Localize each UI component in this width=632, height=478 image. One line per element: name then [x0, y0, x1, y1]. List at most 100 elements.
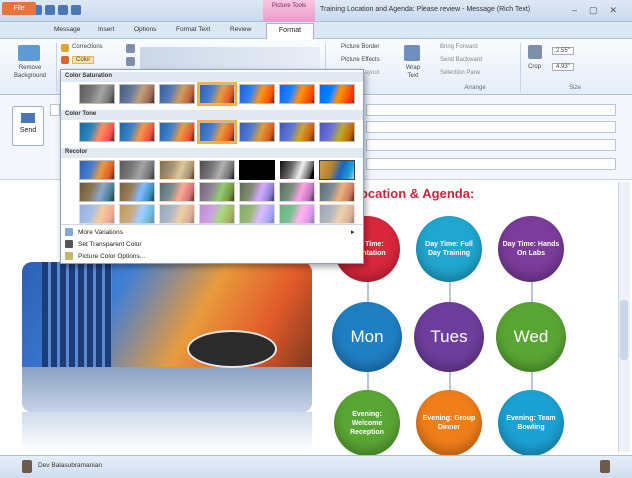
- color-variant-thumbnail[interactable]: [319, 160, 355, 180]
- color-variant-thumbnail[interactable]: [119, 204, 155, 224]
- redo-icon[interactable]: [45, 5, 55, 15]
- color-variant-thumbnail[interactable]: [319, 84, 355, 104]
- color-variant-thumbnail[interactable]: [159, 122, 195, 142]
- color-variant-thumbnail[interactable]: [197, 82, 237, 106]
- color-variant-thumbnail[interactable]: [119, 84, 155, 104]
- color-variant-thumbnail[interactable]: [79, 182, 115, 202]
- photo-reflection: [22, 412, 312, 452]
- compress-icon[interactable]: [126, 44, 135, 53]
- scrollbar-thumb[interactable]: [620, 300, 628, 360]
- tab-options[interactable]: Options: [134, 26, 156, 33]
- color-variant-thumbnail[interactable]: [79, 84, 115, 104]
- color-variant-thumbnail[interactable]: [319, 182, 355, 202]
- color-variant-thumbnail[interactable]: [319, 122, 355, 142]
- color-variant-thumbnail[interactable]: [239, 204, 275, 224]
- color-variant-thumbnail[interactable]: [119, 122, 155, 142]
- maximize-icon[interactable]: ▢: [589, 5, 598, 16]
- tab-file[interactable]: File: [2, 2, 36, 15]
- minimize-icon[interactable]: –: [572, 5, 577, 16]
- remove-background-label[interactable]: Remove Background: [8, 64, 52, 80]
- sender-name[interactable]: Dev Balasubramanian: [38, 462, 102, 469]
- color-variant-thumbnail[interactable]: [79, 204, 115, 224]
- color-variant-thumbnail[interactable]: [239, 122, 275, 142]
- color-variant-thumbnail[interactable]: [279, 182, 315, 202]
- avatar[interactable]: [22, 460, 32, 473]
- tab-message[interactable]: Message: [54, 26, 80, 33]
- submenu-arrow-icon: ▸: [351, 229, 355, 236]
- color-tone-heading: Color Tone: [61, 110, 363, 120]
- wrap-text-button[interactable]: Wrap Text: [402, 64, 424, 80]
- color-variant-thumbnail[interactable]: [79, 122, 115, 142]
- color-variant-thumbnail[interactable]: [199, 160, 235, 180]
- subject-field[interactable]: [366, 158, 616, 170]
- corrections-button[interactable]: Corrections: [72, 44, 103, 50]
- width-field[interactable]: 4.93": [552, 63, 574, 71]
- color-variant-thumbnail[interactable]: [239, 84, 275, 104]
- send-label: Send: [19, 127, 37, 134]
- set-transparent-color-item[interactable]: Set Transparent Color: [65, 240, 142, 248]
- crop-icon[interactable]: [528, 45, 542, 59]
- color-variant-thumbnail[interactable]: [79, 160, 115, 180]
- color-variant-thumbnail[interactable]: [239, 182, 275, 202]
- circle-hands-on-labs: Day Time: Hands On Labs: [498, 216, 564, 282]
- color-variant-thumbnail[interactable]: [199, 204, 235, 224]
- picture-styles-gallery[interactable]: [140, 47, 320, 71]
- circle-full-day-training: Day Time: Full Day Training: [416, 216, 482, 282]
- color-button[interactable]: Color: [72, 56, 95, 64]
- pen-icon: [65, 240, 73, 248]
- height-field[interactable]: 2.55": [552, 47, 574, 55]
- color-variant-thumbnail[interactable]: [199, 182, 235, 202]
- color-variant-thumbnail[interactable]: [279, 160, 315, 180]
- color-variant-thumbnail[interactable]: [279, 84, 315, 104]
- color-variant-thumbnail[interactable]: [279, 122, 315, 142]
- avatar[interactable]: [600, 460, 610, 473]
- color-variant-thumbnail[interactable]: [159, 204, 195, 224]
- picture-effects-button[interactable]: Picture Effects: [341, 57, 380, 63]
- crop-button[interactable]: Crop: [528, 64, 541, 70]
- circle-team-bowling: Evening: Team Bowling: [498, 390, 564, 456]
- more-variations-label: More Variations: [78, 228, 124, 236]
- size-group-label: Size: [569, 85, 581, 91]
- picture-color-options-label: Picture Color Options...: [78, 252, 146, 260]
- color-variant-thumbnail[interactable]: [159, 160, 195, 180]
- remove-background-icon[interactable]: [18, 45, 40, 61]
- circle-mon: Mon: [332, 302, 402, 372]
- to-field[interactable]: [366, 104, 616, 116]
- tab-format-text[interactable]: Format Text: [176, 26, 210, 33]
- tab-format[interactable]: Format: [266, 23, 314, 39]
- wrap-text-icon[interactable]: [404, 45, 420, 61]
- agenda-title: Location & Agenda:: [352, 186, 475, 201]
- selection-pane-button[interactable]: Selection Pane: [440, 70, 480, 76]
- color-variant-thumbnail[interactable]: [319, 204, 355, 224]
- up-arrow-icon[interactable]: [58, 5, 68, 15]
- color-variant-thumbnail[interactable]: [279, 204, 315, 224]
- circle-group-dinner: Evening: Group Dinner: [416, 390, 482, 456]
- change-picture-icon[interactable]: [126, 57, 135, 66]
- color-gallery-dropdown: Color Saturation Color Tone Recolor More…: [60, 69, 364, 264]
- color-variant-thumbnail[interactable]: [119, 182, 155, 202]
- color-variant-thumbnail[interactable]: [119, 160, 155, 180]
- picture-border-button[interactable]: Picture Border: [341, 44, 379, 50]
- tab-review[interactable]: Review: [230, 26, 251, 33]
- corrections-icon[interactable]: [61, 44, 69, 52]
- building-photo[interactable]: [22, 262, 312, 412]
- down-arrow-icon[interactable]: [71, 5, 81, 15]
- circle-wed: Wed: [496, 302, 566, 372]
- circle-tues: Tues: [414, 302, 484, 372]
- palette-icon: [65, 228, 73, 236]
- more-variations-item[interactable]: More Variations: [65, 228, 123, 236]
- color-variant-thumbnail[interactable]: [159, 84, 195, 104]
- color-variant-thumbnail[interactable]: [197, 120, 237, 144]
- send-button[interactable]: Send: [12, 106, 44, 146]
- tab-insert[interactable]: Insert: [98, 26, 114, 33]
- color-variant-thumbnail[interactable]: [239, 160, 275, 180]
- color-icon[interactable]: [61, 56, 69, 64]
- bcc-field[interactable]: [366, 139, 616, 151]
- color-variant-thumbnail[interactable]: [159, 182, 195, 202]
- cc-field[interactable]: [366, 121, 616, 133]
- send-backward-button[interactable]: Send Backward: [440, 57, 482, 63]
- picture-color-options-item[interactable]: Picture Color Options...: [65, 252, 145, 260]
- bring-forward-button[interactable]: Bring Forward: [440, 44, 478, 50]
- close-icon[interactable]: ✕: [610, 5, 618, 16]
- ribbon-tabs: [0, 22, 632, 39]
